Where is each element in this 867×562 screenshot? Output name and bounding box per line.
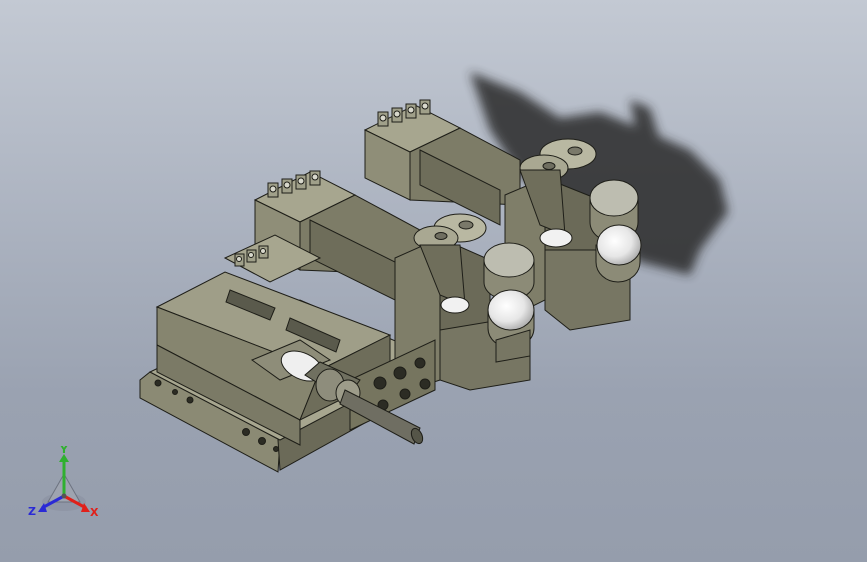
x-axis-label: X (90, 506, 99, 519)
model-render[interactable] (0, 0, 867, 562)
z-axis-label: Z (28, 505, 36, 518)
3d-viewport[interactable]: Y X Z (0, 0, 867, 562)
port-caps-rear (589, 179, 642, 283)
y-axis-label: Y (59, 446, 69, 456)
orientation-triad[interactable]: Y X Z (24, 446, 106, 524)
